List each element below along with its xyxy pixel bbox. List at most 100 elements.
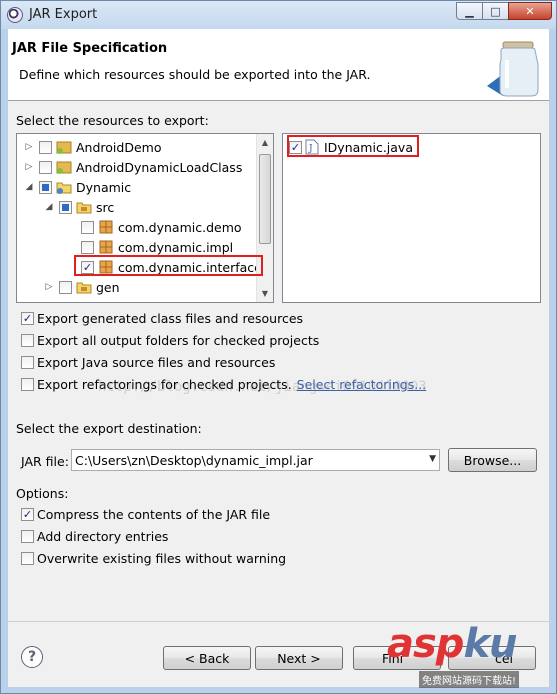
tree-label: Dynamic — [76, 179, 132, 195]
option-checkbox[interactable] — [21, 311, 34, 325]
jar-file-combo[interactable]: C:\Users\zn\Desktop\dynamic_impl.jar ▼ — [71, 449, 440, 471]
close-icon: ✕ — [525, 4, 535, 18]
scroll-down-icon[interactable]: ▼ — [257, 285, 273, 302]
option-label: Export generated class files and resourc… — [37, 310, 304, 326]
option-checkbox[interactable] — [21, 551, 34, 565]
brand-wordmark: aspku — [387, 621, 518, 667]
file-row-idynamic[interactable]: J IDynamic.java — [289, 137, 413, 157]
file-checkbox[interactable] — [289, 140, 302, 154]
close-button[interactable]: ✕ — [508, 2, 552, 20]
title-bar[interactable]: JAR Export ▁ □ ✕ — [1, 1, 556, 29]
tree-label: AndroidDynamicLoadClass — [76, 159, 243, 175]
tree-row-src[interactable]: ◢ src — [43, 197, 115, 217]
option-label: Export Java source files and resources — [37, 354, 276, 370]
destination-label: Select the export destination: — [16, 421, 202, 436]
collapse-arrow-icon[interactable]: ◢ — [23, 181, 35, 193]
package-icon — [98, 219, 114, 235]
page-title: JAR File Specification — [12, 41, 168, 56]
wizard-header: JAR File Specification Define which reso… — [8, 29, 549, 101]
expand-arrow-icon[interactable]: ▷ — [23, 161, 35, 173]
minimize-icon: ▁ — [465, 4, 474, 18]
tree-checkbox[interactable] — [81, 220, 94, 234]
jar-export-window: JAR Export ▁ □ ✕ JAR File Specification … — [0, 0, 557, 694]
options-label: Options: — [16, 486, 69, 501]
next-button[interactable]: Next > — [255, 646, 343, 670]
dialog-client: JAR File Specification Define which reso… — [8, 29, 549, 687]
option-checkbox[interactable] — [21, 507, 34, 521]
scroll-thumb[interactable] — [259, 154, 271, 244]
tree-checkbox[interactable] — [39, 180, 52, 194]
file-label: IDynamic.java — [324, 139, 413, 155]
export-java-source-option[interactable]: Export Java source files and resources — [21, 353, 275, 371]
export-output-folders-option[interactable]: Export all output folders for checked pr… — [21, 331, 319, 349]
maximize-button[interactable]: □ — [482, 2, 508, 20]
brand-subtitle: 免费网站源码下载站! — [419, 671, 520, 688]
tree-label: com.dynamic.demo — [118, 219, 242, 235]
resources-label: Select the resources to export: — [16, 113, 209, 128]
tree-row-com-dynamic-demo[interactable]: com.dynamic.demo — [81, 217, 242, 237]
tree-row-androiddynamicloadclass[interactable]: ▷ AndroidDynamicLoadClass — [23, 157, 243, 177]
tree-row-com-dynamic-impl[interactable]: com.dynamic.impl — [81, 237, 233, 257]
option-label: Overwrite existing files without warning — [37, 550, 287, 566]
android-project-icon — [56, 159, 72, 175]
file-list[interactable]: J IDynamic.java — [282, 133, 541, 303]
jar-file-label: JAR file: — [21, 454, 69, 469]
expand-arrow-icon[interactable]: ▷ — [43, 281, 55, 293]
option-checkbox[interactable] — [21, 355, 34, 369]
option-checkbox[interactable] — [21, 377, 34, 391]
tree-checkbox[interactable] — [39, 140, 52, 154]
source-folder-icon — [76, 199, 92, 215]
android-project-icon — [56, 139, 72, 155]
jar-banner-icon — [487, 41, 539, 97]
back-button[interactable]: < Back — [163, 646, 251, 670]
tree-scrollbar[interactable]: ▲ ▼ — [256, 134, 273, 302]
brand-ku: ku — [463, 621, 517, 667]
export-generated-option[interactable]: Export generated class files and resourc… — [21, 309, 303, 327]
tree-row-com-dynamic-interfaces[interactable]: com.dynamic.interfaces — [81, 257, 268, 277]
window-title: JAR Export — [29, 7, 98, 22]
help-icon[interactable]: ? — [21, 646, 43, 668]
tree-label: src — [96, 199, 115, 215]
package-icon — [98, 259, 114, 275]
tree-checkbox[interactable] — [81, 260, 94, 274]
source-folder-icon — [76, 279, 92, 295]
tree-label: AndroidDemo — [76, 139, 162, 155]
tree-checkbox[interactable] — [59, 200, 72, 214]
java-project-icon — [56, 179, 72, 195]
tree-checkbox[interactable] — [59, 280, 72, 294]
chevron-down-icon[interactable]: ▼ — [429, 454, 436, 464]
scroll-up-icon[interactable]: ▲ — [257, 134, 273, 151]
page-description: Define which resources should be exporte… — [19, 67, 371, 82]
tree-checkbox[interactable] — [81, 240, 94, 254]
option-label: Export all output folders for checked pr… — [37, 332, 320, 348]
directory-entries-option[interactable]: Add directory entries — [21, 527, 168, 545]
java-file-icon: J — [304, 139, 320, 155]
watermark: http://blog.csdn.net/jiangwei0910410003 — [98, 379, 427, 395]
tree-label: com.dynamic.interfaces — [118, 259, 269, 275]
aspku-watermark-logo: aspku 免费网站源码下载站! — [379, 621, 554, 691]
expand-arrow-icon[interactable]: ▷ — [23, 141, 35, 153]
tree-label: gen — [96, 279, 120, 295]
browse-button[interactable]: Browse... — [448, 448, 537, 472]
tree-label: com.dynamic.impl — [118, 239, 234, 255]
tree-row-dynamic[interactable]: ◢ Dynamic — [23, 177, 132, 197]
tree-row-androiddemo[interactable]: ▷ AndroidDemo — [23, 137, 162, 157]
package-icon — [98, 239, 114, 255]
caption-buttons: ▁ □ ✕ — [456, 2, 552, 20]
tree-checkbox[interactable] — [39, 160, 52, 174]
option-checkbox[interactable] — [21, 529, 34, 543]
option-label: Compress the contents of the JAR file — [37, 506, 271, 522]
compress-option[interactable]: Compress the contents of the JAR file — [21, 505, 270, 523]
option-checkbox[interactable] — [21, 333, 34, 347]
eclipse-icon — [7, 7, 23, 23]
svg-text:J: J — [308, 144, 313, 154]
tree-row-gen[interactable]: ▷ gen — [43, 277, 120, 297]
option-label: Add directory entries — [37, 528, 169, 544]
resource-tree[interactable]: ▷ AndroidDemo ▷ AndroidDynamicLoadClass … — [16, 133, 274, 303]
overwrite-option[interactable]: Overwrite existing files without warning — [21, 549, 286, 567]
jar-file-value: C:\Users\zn\Desktop\dynamic_impl.jar — [75, 452, 313, 468]
minimize-button[interactable]: ▁ — [456, 2, 482, 20]
maximize-icon: □ — [490, 4, 501, 18]
collapse-arrow-icon[interactable]: ◢ — [43, 201, 55, 213]
brand-main: asp — [387, 621, 464, 667]
